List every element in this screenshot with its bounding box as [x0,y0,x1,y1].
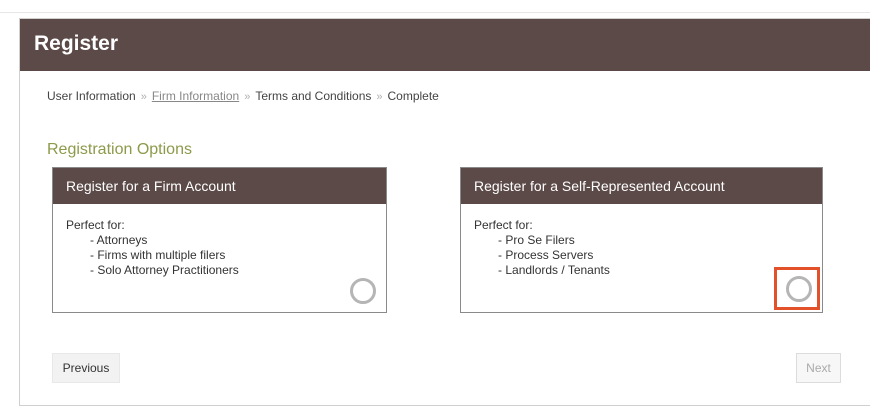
list-item: Firms with multiple filers [90,248,386,263]
self-represented-account-intro: Perfect for: [474,218,533,232]
registration-options-title: Registration Options [47,141,192,158]
list-item: Attorneys [90,233,386,248]
self-represented-account-list: Pro Se Filers Process Servers Landlords … [474,233,822,278]
breadcrumb-step-complete: Complete [387,89,439,103]
next-button[interactable]: Next [796,353,841,383]
breadcrumb-step-firm-information[interactable]: Firm Information [152,89,239,103]
list-item: Process Servers [498,248,822,263]
self-represented-account-radio[interactable] [786,276,812,302]
self-represented-account-body: Perfect for: Pro Se Filers Process Serve… [461,204,822,278]
firm-account-card[interactable]: Register for a Firm Account Perfect for:… [52,167,387,313]
firm-account-body: Perfect for: Attorneys Firms with multip… [53,204,386,278]
firm-account-intro: Perfect for: [66,218,125,232]
list-item: Pro Se Filers [498,233,822,248]
list-item: Solo Attorney Practitioners [90,263,386,278]
firm-account-radio[interactable] [350,278,376,304]
self-represented-account-card[interactable]: Register for a Self-Represented Account … [460,167,823,313]
firm-account-heading: Register for a Firm Account [53,168,386,204]
page-title: Register [34,32,119,55]
breadcrumb-separator: » [376,91,383,103]
previous-button[interactable]: Previous [52,353,120,383]
register-panel: Register User Information » Firm Informati… [19,18,870,406]
breadcrumb-step-user-information: User Information [47,89,136,103]
breadcrumb-separator: » [244,91,251,103]
firm-account-list: Attorneys Firms with multiple filers Sol… [66,233,386,278]
self-represented-account-heading: Register for a Self-Represented Account [461,168,822,204]
panel-header: Register [20,19,870,71]
breadcrumb: User Information » Firm Information » Terms … [47,89,439,103]
breadcrumb-step-terms: Terms and Conditions [255,89,372,103]
top-divider [0,12,870,13]
breadcrumb-separator: » [140,91,147,103]
